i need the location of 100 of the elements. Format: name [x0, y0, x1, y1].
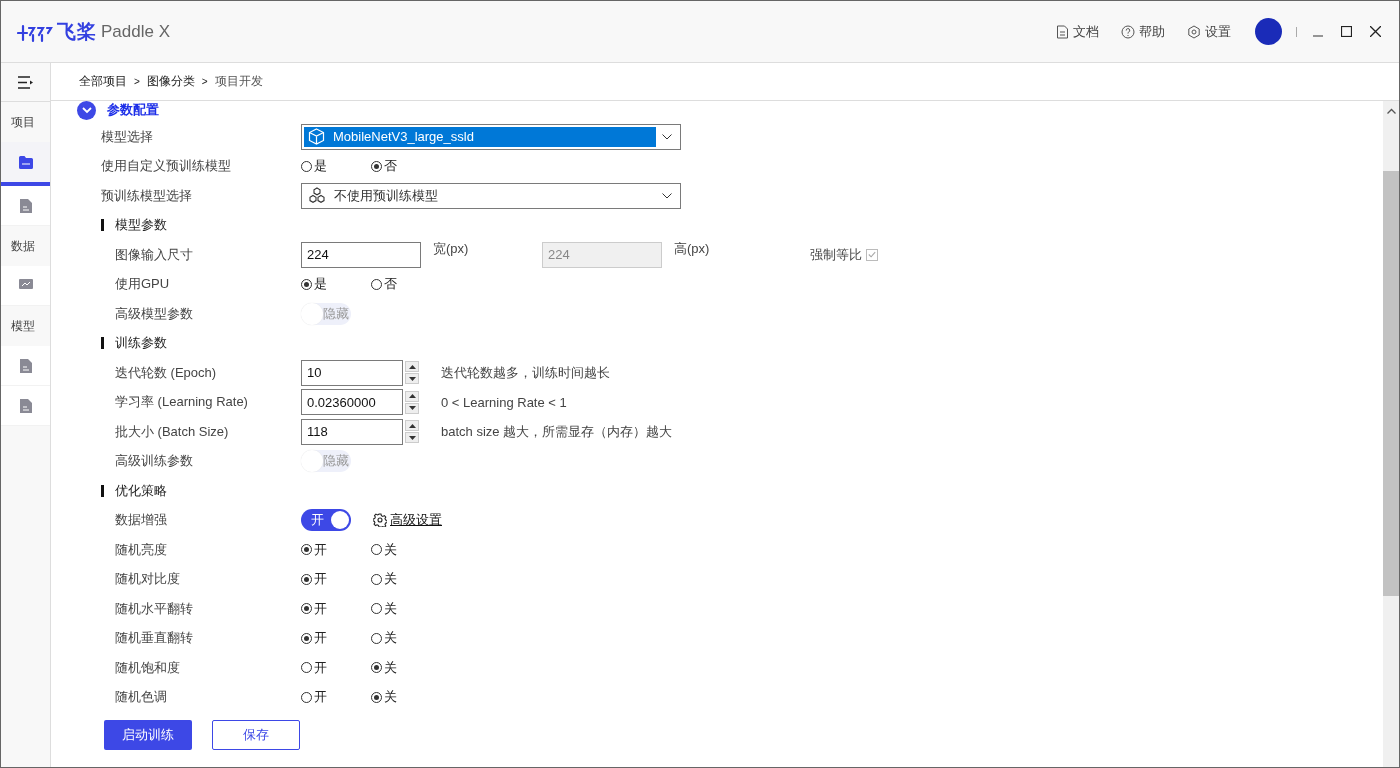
radio-label: 关: [384, 570, 397, 589]
field-label: 预训练模型选择: [100, 186, 193, 205]
header-link[interactable]: 设置: [1187, 22, 1231, 41]
dropdown-value: MobileNetV3_large_ssld: [333, 129, 474, 145]
scrollbar[interactable]: [1383, 101, 1399, 767]
gear-icon: [373, 513, 387, 528]
field-label: 迭代轮数 (Epoch): [114, 363, 218, 382]
field-label: 图像输入尺寸: [114, 245, 194, 264]
radio-option[interactable]: 开: [301, 629, 371, 648]
radio-label: 开: [314, 629, 327, 648]
field-label: 使用自定义预训练模型: [100, 157, 232, 176]
radio-option[interactable]: 关: [371, 540, 441, 559]
radio-label: 关: [384, 688, 397, 707]
file-icon: [19, 358, 32, 373]
advanced-settings-link[interactable]: 高级设置: [373, 511, 442, 530]
radio-label: 关: [384, 540, 397, 559]
radio-label: 否: [384, 157, 397, 176]
field-label: 随机色调: [114, 688, 168, 707]
field-label: 高级训练参数: [114, 452, 194, 471]
unit-label: 宽(px): [432, 239, 470, 258]
radio-label: 开: [314, 540, 327, 559]
document-icon: [1056, 24, 1069, 39]
number-input[interactable]: 0.02360000: [301, 389, 403, 416]
hint-text: 0 < Learning Rate < 1: [441, 394, 567, 410]
collapse-button[interactable]: [77, 101, 96, 120]
model-dropdown[interactable]: 不使用预训练模型: [301, 182, 681, 209]
field-label: 随机垂直翻转: [114, 629, 194, 648]
dropdown-value: 不使用预训练模型: [334, 186, 438, 205]
radio-option[interactable]: 开: [301, 658, 371, 677]
hexagon-cluster-icon: [308, 187, 326, 205]
field-label: 批大小 (Batch Size): [114, 422, 230, 441]
hint-text: 迭代轮数越多，训练时间越长: [441, 363, 610, 382]
number-input[interactable]: 10: [301, 359, 403, 386]
model-dropdown[interactable]: MobileNetV3_large_ssld: [301, 123, 681, 150]
radio-label: 关: [384, 658, 397, 677]
breadcrumb-separator: >: [134, 76, 140, 87]
field-label: 随机水平翻转: [114, 599, 194, 618]
radio-label: 开: [314, 570, 327, 589]
radio-option[interactable]: 是: [301, 157, 371, 176]
field-label: 学习率 (Learning Rate): [114, 393, 249, 412]
cube-icon: [308, 128, 325, 146]
file-icon: [19, 398, 32, 413]
radio-option[interactable]: 开: [301, 570, 371, 589]
monitor-icon: [18, 279, 33, 292]
radio-label: 开: [314, 688, 327, 707]
avatar[interactable]: [1255, 18, 1282, 45]
breadcrumb-separator: >: [201, 76, 208, 87]
spinner-buttons[interactable]: [405, 420, 419, 444]
group-heading: 模型参数: [115, 216, 167, 235]
radio-option[interactable]: 否: [371, 157, 441, 176]
radio-option[interactable]: 否: [371, 275, 441, 294]
folder-icon: [18, 155, 33, 169]
save-button[interactable]: 保存: [212, 720, 300, 750]
checkbox-label: 强制等比: [810, 245, 862, 264]
header-link[interactable]: 文档: [1056, 22, 1099, 41]
width-input[interactable]: 224: [301, 241, 421, 268]
settings-icon: [1187, 24, 1201, 39]
close-icon[interactable]: [1370, 26, 1381, 37]
radio-option[interactable]: 关: [371, 599, 441, 618]
sidebar-item[interactable]: [1, 142, 50, 186]
radio-label: 是: [314, 157, 327, 176]
spinner-buttons[interactable]: [405, 361, 419, 385]
chevron-down-icon: [662, 133, 672, 140]
radio-option[interactable]: 是: [301, 275, 371, 294]
field-label: 高级模型参数: [114, 304, 194, 323]
field-label: 随机亮度: [114, 540, 168, 559]
group-heading: 训练参数: [115, 334, 167, 353]
chevron-down-icon: [662, 192, 672, 199]
breadcrumb-item[interactable]: 全部项目: [79, 73, 127, 90]
field-label: 随机对比度: [114, 570, 181, 589]
radio-option[interactable]: 开: [301, 688, 371, 707]
toggle-switch[interactable]: 开: [301, 509, 351, 532]
radio-label: 是: [314, 275, 327, 294]
group-heading: 优化策略: [115, 481, 167, 500]
unit-label: 高(px): [673, 239, 711, 258]
height-input: 224: [542, 241, 662, 268]
radio-label: 开: [314, 658, 327, 677]
breadcrumb-item[interactable]: 图像分类: [146, 73, 195, 90]
field-label: 使用GPU: [114, 275, 171, 294]
maximize-icon[interactable]: [1341, 26, 1352, 37]
radio-option[interactable]: 开: [301, 599, 371, 618]
radio-option[interactable]: 关: [371, 688, 441, 707]
header-link[interactable]: 帮助: [1121, 22, 1165, 41]
radio-option[interactable]: 关: [371, 658, 441, 677]
app-name: Paddle X: [101, 21, 170, 42]
radio-label: 关: [384, 629, 397, 648]
radio-option[interactable]: 关: [371, 570, 441, 589]
radio-option[interactable]: 关: [371, 629, 441, 648]
section-title: 参数配置: [107, 101, 159, 119]
spinner-buttons[interactable]: [405, 390, 419, 414]
logo-text: 飞桨: [57, 19, 97, 44]
breadcrumb-item: 项目开发: [214, 73, 263, 90]
hint-text: batch size 越大，所需显存（内存）越大: [441, 422, 673, 441]
radio-option[interactable]: 开: [301, 540, 371, 559]
menu-icon[interactable]: [17, 75, 34, 89]
start-training-button[interactable]: 启动训练: [104, 720, 192, 750]
radio-label: 关: [384, 599, 397, 618]
radio-label: 否: [384, 275, 397, 294]
number-input[interactable]: 118: [301, 418, 403, 445]
help-icon: [1121, 24, 1135, 39]
